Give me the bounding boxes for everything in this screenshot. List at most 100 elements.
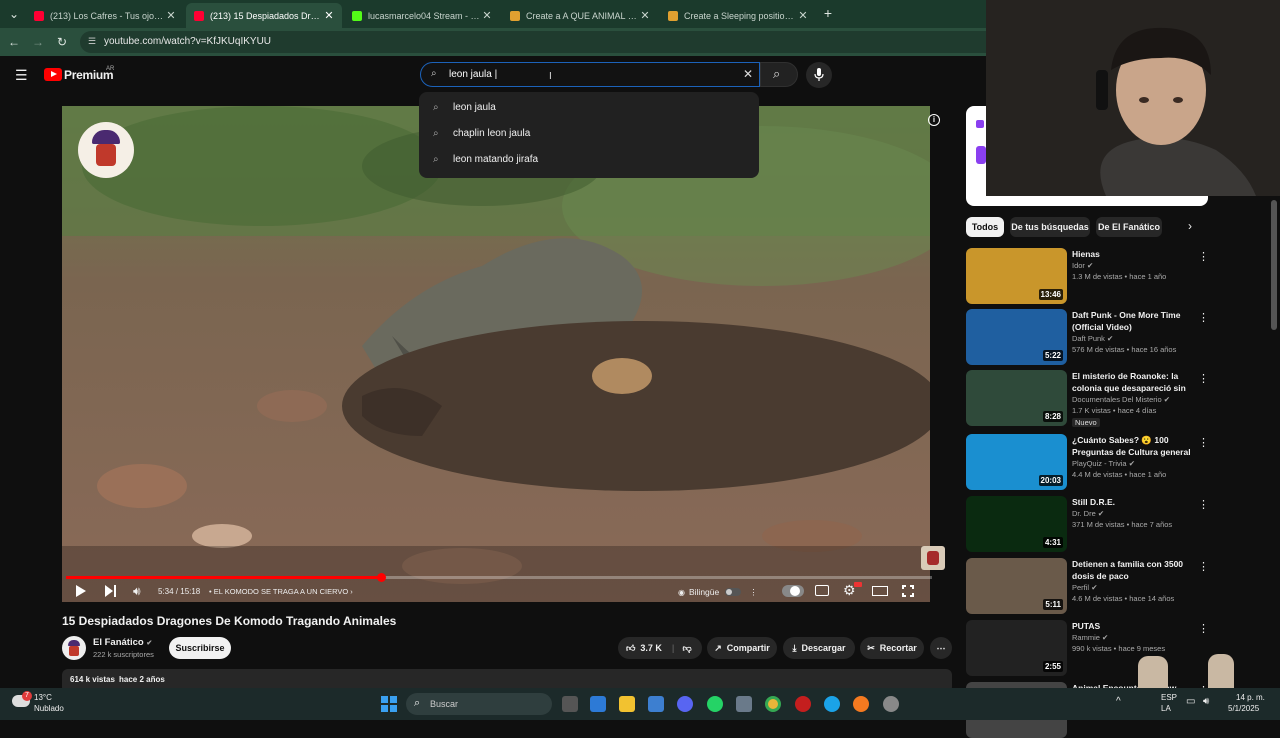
file-explorer-icon[interactable] (619, 696, 635, 712)
recommendation-title[interactable]: Daft Punk - One More Time (Official Vide… (1072, 309, 1192, 333)
toggle-switch[interactable] (725, 588, 742, 596)
close-tab-icon[interactable]: ✕ (164, 9, 178, 22)
recommendation-channel[interactable]: Dr. Dre ✔ (1072, 509, 1104, 518)
youtube-logo-icon[interactable] (44, 68, 62, 81)
task-view-icon[interactable] (562, 696, 578, 712)
voice-search-button[interactable] (806, 62, 832, 88)
next-video-icon[interactable] (105, 585, 117, 597)
menu-hamburger-icon[interactable]: ☰ (15, 67, 28, 84)
app-icon[interactable] (883, 696, 899, 712)
clip-button[interactable]: ✂ Recortar (860, 637, 924, 659)
browser-tab-3[interactable]: lucasmarcelo04 Stream - Watch ✕ (344, 3, 500, 28)
thumbs-up-icon[interactable]: 👍︎ (626, 643, 635, 654)
more-vert-icon[interactable]: ⋮ (1198, 311, 1209, 324)
recommendation-title[interactable]: PUTAS (1072, 620, 1192, 632)
tab-search-chevron-icon[interactable]: ⌄ (6, 6, 22, 22)
page-scrollbar-thumb[interactable] (1271, 200, 1277, 330)
theater-mode-icon[interactable] (872, 586, 888, 596)
chapter-title[interactable]: • EL KOMODO SE TRAGA A UN CIERVO › (209, 587, 353, 596)
close-tab-icon[interactable]: ✕ (638, 9, 652, 22)
more-vert-icon[interactable]: ⋮ (749, 587, 758, 598)
fullscreen-icon[interactable] (902, 585, 914, 597)
browser-tab-5[interactable]: Create a Sleeping positions Ranking ✕ (660, 3, 816, 28)
suggestion-item[interactable]: ⌕ leon matando jirafa (419, 146, 759, 172)
chip-de-tus-busquedas[interactable]: De tus búsquedas (1010, 217, 1090, 237)
browser-tab-2-active[interactable]: (213) 15 Despiadados Dragones ✕ (186, 3, 342, 28)
recommendation-title[interactable]: Detienen a familia con 3500 dosis de pac… (1072, 558, 1192, 582)
recommendation-card[interactable]: 4:31 Still D.R.E. Dr. Dre ✔ 371 M de vistas… (966, 496, 1216, 552)
search-input[interactable]: ⌕ leon jaula | ✕ (420, 62, 760, 87)
search-button[interactable]: ⌕ (760, 62, 798, 87)
video-thumbnail[interactable]: 2:55 (966, 620, 1067, 676)
share-button[interactable]: ↗ Compartir (707, 637, 777, 659)
opera-icon[interactable] (795, 696, 811, 712)
forward-arrow-icon[interactable]: → (30, 34, 46, 50)
browser-tab-4[interactable]: Create a A QUE ANIMAL LE GANA ✕ (502, 3, 658, 28)
recommendation-channel[interactable]: Daft Punk ✔ (1072, 334, 1113, 343)
download-button[interactable]: ⤓ Descargar (783, 637, 855, 659)
video-progress-track[interactable] (66, 573, 932, 582)
suggestion-item[interactable]: ⌕ leon jaula (419, 94, 759, 120)
more-vert-icon[interactable]: ⋮ (1198, 372, 1209, 385)
recommendation-card[interactable]: 5:11 Detienen a familia con 3500 dosis de… (966, 558, 1216, 614)
recommendation-card[interactable]: 5:22 Daft Punk - One More Time (Official … (966, 309, 1216, 365)
recommendation-channel[interactable]: Documentales Del Misterio ✔ (1072, 395, 1170, 404)
recommendation-channel[interactable]: Rammie ✔ (1072, 633, 1108, 642)
network-icon[interactable]: ▭ (1186, 696, 1195, 707)
new-tab-button[interactable]: + (820, 5, 836, 21)
firefox-icon[interactable] (853, 696, 869, 712)
clear-search-icon[interactable]: ✕ (743, 67, 753, 81)
app-icon[interactable] (736, 696, 752, 712)
tray-chevron-up-icon[interactable]: ^ (1116, 696, 1121, 707)
close-tab-icon[interactable]: ✕ (796, 9, 810, 22)
close-tab-icon[interactable]: ✕ (480, 9, 494, 22)
recommendation-title[interactable]: Hienas (1072, 248, 1192, 260)
chevron-right-icon[interactable]: › (1188, 219, 1192, 233)
chip-todos[interactable]: Todos (966, 217, 1004, 237)
recommendation-card[interactable]: 20:03 ¿Cuánto Sabes? 😮 100 Preguntas de C… (966, 434, 1216, 490)
channel-watermark-avatar[interactable] (78, 122, 134, 178)
close-tab-icon[interactable]: ✕ (322, 9, 336, 22)
more-vert-icon[interactable]: ⋮ (1198, 498, 1209, 511)
video-thumbnail[interactable]: 5:22 (966, 309, 1067, 365)
taskbar-search-input[interactable]: ⌕ Buscar (406, 693, 552, 715)
volume-icon[interactable]: 🔊︎ (133, 584, 141, 599)
recommendation-card[interactable]: 8:28 El misterio de Roanoke: la colonia q… (966, 370, 1216, 427)
play-icon[interactable] (76, 585, 86, 597)
recommendation-channel[interactable]: Idor ✔ (1072, 261, 1093, 270)
autoplay-toggle[interactable] (782, 585, 804, 597)
more-vert-icon[interactable]: ⋮ (1198, 560, 1209, 573)
recommendation-channel[interactable]: PlayQuiz - Trivia ✔ (1072, 459, 1135, 468)
bilingual-toggle[interactable]: ◉ Bilingüe ⋮ (678, 584, 758, 600)
video-info-icon[interactable]: i (928, 114, 940, 126)
chip-de-el-fanatico[interactable]: De El Fanático (1096, 217, 1162, 237)
recommendation-title[interactable]: ¿Cuánto Sabes? 😮 100 Preguntas de Cultur… (1072, 434, 1192, 458)
browser-tab-1[interactable]: (213) Los Cafres - Tus ojos (AUDIO) ✕ (26, 3, 184, 28)
store-icon[interactable] (590, 696, 606, 712)
discord-icon[interactable] (677, 696, 693, 712)
clock-time[interactable]: 14 p. m. (1236, 693, 1265, 702)
language-indicator[interactable]: ESP (1161, 693, 1177, 702)
suggestion-item[interactable]: ⌕ chaplin leon jaula (419, 120, 759, 146)
video-thumbnail[interactable]: 4:31 (966, 496, 1067, 552)
speaker-icon[interactable]: 🔊︎ (1203, 696, 1209, 707)
omnibox[interactable]: ☰ youtube.com/watch?v=KfJKUqIKYUU (80, 31, 986, 53)
reload-icon[interactable]: ↻ (54, 34, 70, 50)
video-thumbnail[interactable]: 5:11 (966, 558, 1067, 614)
site-info-icon[interactable]: ☰ (88, 36, 96, 47)
video-thumbnail[interactable]: 20:03 (966, 434, 1067, 490)
video-player[interactable] (62, 106, 930, 602)
recommendation-channel[interactable]: Perfil ✔ (1072, 583, 1097, 592)
more-vert-icon[interactable]: ⋮ (1198, 622, 1209, 635)
edge-icon[interactable] (824, 696, 840, 712)
subtitles-icon[interactable] (815, 585, 829, 596)
recommendation-title[interactable]: Still D.R.E. (1072, 496, 1192, 508)
clock-date[interactable]: 5/1/2025 (1228, 704, 1259, 713)
chrome-icon[interactable] (765, 696, 781, 712)
channel-end-card-avatar[interactable] (921, 546, 945, 570)
subscribe-button[interactable]: Suscribirse (169, 637, 231, 659)
recommendation-title[interactable]: El misterio de Roanoke: la colonia que d… (1072, 370, 1192, 394)
windows-start-icon[interactable] (381, 696, 397, 712)
video-thumbnail[interactable]: 8:28 (966, 370, 1067, 426)
channel-avatar[interactable] (62, 636, 86, 660)
